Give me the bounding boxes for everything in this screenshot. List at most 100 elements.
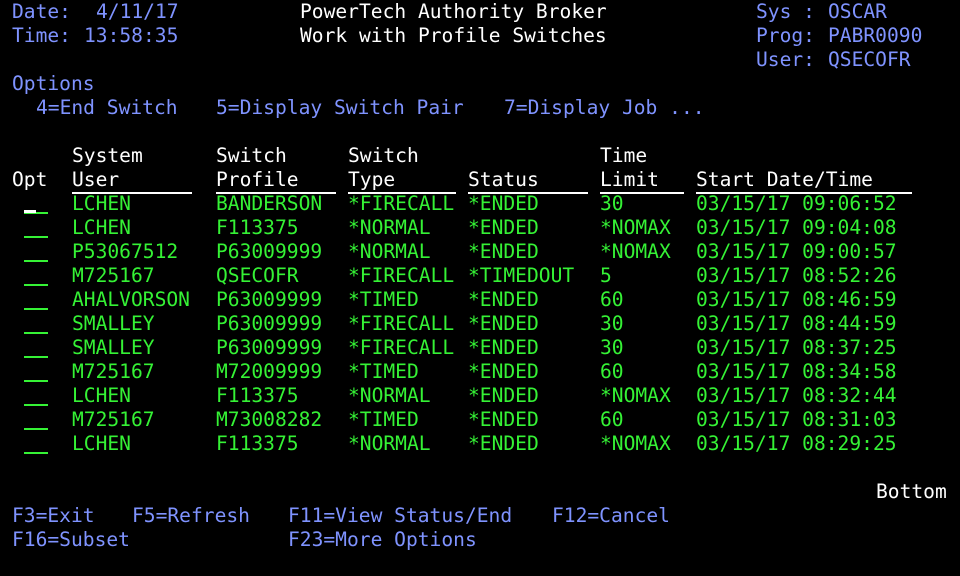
cell-status: *ENDED [468,216,539,239]
opt-input[interactable] [24,312,48,334]
cell-time-limit: 30 [600,192,624,215]
cell-status: *ENDED [468,240,539,263]
opt-input[interactable] [24,216,48,238]
cell-time-limit: 30 [600,336,624,359]
cell-start-date-time: 03/15/17 08:46:59 [696,288,897,311]
cell-start-date-time: 03/15/17 08:44:59 [696,312,897,335]
opt-input[interactable] [24,360,48,382]
col-switch-type: Type [348,168,456,194]
cell-time-limit: *NOMAX [600,432,671,455]
option-display-switch-pair: 5=Display Switch Pair [216,96,464,119]
cell-switch-type: *NORMAL [348,216,431,239]
cell-system-user: M725167 [72,360,155,383]
cell-switch-profile: P63009999 [216,240,323,263]
col-opt: Opt [12,168,48,191]
cell-status: *ENDED [468,360,539,383]
cell-start-date-time: 03/15/17 08:32:44 [696,384,897,407]
f16-subset-key[interactable]: F16=Subset [12,528,130,552]
cell-system-user: M725167 [72,264,155,287]
opt-input[interactable] [24,336,48,358]
col-time-limit: Limit [600,168,684,194]
cell-system-user: AHALVORSON [72,288,190,311]
col-switch-profile: Profile [216,168,336,194]
cell-time-limit: 5 [600,264,612,287]
terminal-screen: Date: 4/11/17 Time: 13:58:35 PowerTech A… [0,0,960,576]
cell-switch-profile: QSECOFR [216,264,299,287]
option-display-job[interactable]: 7=Display Job ... [504,96,705,120]
cell-switch-type: *FIRECALL [348,192,455,215]
cell-system-user: LCHEN [72,216,131,239]
cell-start-date-time: 03/15/17 09:04:08 [696,216,897,239]
f11-view-status-key[interactable]: F11=View Status/End [288,504,512,528]
time-label: Time: [12,24,71,47]
date-label: Date: [12,0,71,23]
cell-system-user: LCHEN [72,432,131,455]
prog-value: PABR0090 [828,24,923,47]
options-label: Options [12,72,95,95]
f3-exit-key[interactable]: F3=Exit [12,504,95,528]
cell-switch-type: *FIRECALL [348,312,455,335]
opt-input[interactable] [24,240,48,262]
cell-switch-profile: F113375 [216,432,299,455]
f5-refresh-key[interactable]: F5=Refresh [132,504,250,528]
cell-status: *ENDED [468,288,539,311]
cell-system-user: M725167 [72,408,155,431]
col-switch-profile-top: Switch [216,144,287,167]
cell-switch-profile: P63009999 [216,336,323,359]
cell-status: *ENDED [468,432,539,455]
time-value: 13:58:35 [84,24,179,47]
more-indicator: Bottom [876,480,947,503]
cell-switch-type: *FIRECALL [348,264,455,287]
option-end-switch: 4=End Switch [36,96,178,119]
f12-cancel-key[interactable]: F12=Cancel [552,504,670,528]
user-label: User: [756,48,815,71]
opt-input[interactable] [24,288,48,310]
cell-switch-profile: M73008282 [216,408,323,431]
cell-start-date-time: 03/15/17 08:31:03 [696,408,897,431]
cell-switch-type: *NORMAL [348,240,431,263]
opt-input[interactable] [24,432,48,454]
cell-switch-profile: P63009999 [216,312,323,335]
cell-time-limit: 60 [600,288,624,311]
cell-switch-type: *NORMAL [348,384,431,407]
cell-switch-profile: F113375 [216,384,299,407]
cell-switch-type: *TIMED [348,408,419,431]
opt-input[interactable] [24,264,48,286]
cell-system-user: LCHEN [72,192,131,215]
user-value: QSECOFR [828,48,911,71]
cell-start-date-time: 03/15/17 09:06:52 [696,192,897,215]
cell-time-limit: 60 [600,360,624,383]
sys-label: Sys : [756,0,815,23]
cell-status: *ENDED [468,408,539,431]
cell-system-user: P53067512 [72,240,179,263]
cell-status: *ENDED [468,192,539,215]
cell-start-date-time: 03/15/17 08:29:25 [696,432,897,455]
cell-start-date-time: 03/15/17 09:00:57 [696,240,897,263]
cell-start-date-time: 03/15/17 08:34:58 [696,360,897,383]
text-cursor [24,210,36,213]
date-value: 4/11/17 [96,0,179,23]
cell-start-date-time: 03/15/17 08:37:25 [696,336,897,359]
cell-system-user: SMALLEY [72,336,155,359]
cell-status: *ENDED [468,336,539,359]
cell-system-user: SMALLEY [72,312,155,335]
cell-status: *ENDED [468,384,539,407]
cell-switch-profile: M72009999 [216,360,323,383]
col-start-date-time: Start Date/Time [696,168,912,194]
col-system-user: User [72,168,192,194]
f23-more-options-key[interactable]: F23=More Options [288,528,477,552]
cell-switch-type: *TIMED [348,288,419,311]
cell-status: *TIMEDOUT [468,264,575,287]
opt-input[interactable] [24,408,48,430]
col-system-user-top: System [72,144,143,167]
opt-input[interactable] [24,384,48,406]
cell-switch-type: *TIMED [348,360,419,383]
col-switch-type-top: Switch [348,144,419,167]
cell-start-date-time: 03/15/17 08:52:26 [696,264,897,287]
cell-switch-profile: BANDERSON [216,192,323,215]
cell-time-limit: *NOMAX [600,384,671,407]
cell-switch-profile: P63009999 [216,288,323,311]
prog-label: Prog: [756,24,815,47]
cell-status: *ENDED [468,312,539,335]
cell-time-limit: 30 [600,312,624,335]
